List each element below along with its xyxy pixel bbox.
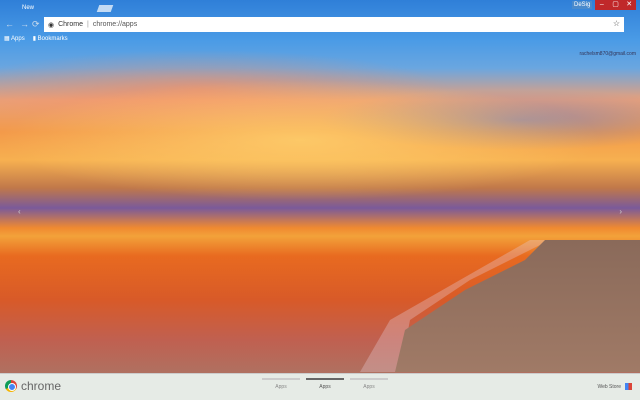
page-tab[interactable]: Apps [350, 378, 388, 390]
bookmark-folder[interactable]: ▮ Bookmarks [33, 35, 68, 42]
bookmark-star-icon[interactable]: ☆ [613, 19, 620, 28]
profile-button[interactable]: DeSig [572, 1, 593, 9]
close-button[interactable]: ✕ [622, 0, 636, 10]
page-tab-active[interactable]: Apps [306, 378, 344, 390]
beach [395, 240, 640, 372]
page-tab[interactable]: Apps [262, 378, 300, 390]
prev-page-arrow-icon[interactable]: ‹ [18, 207, 21, 216]
new-tab-button[interactable] [96, 5, 114, 12]
tab-new[interactable]: New [4, 2, 94, 16]
page-label: Apps [319, 384, 331, 390]
web-store-icon [625, 383, 632, 390]
bookmark-label: Bookmarks [37, 36, 68, 42]
maximize-button[interactable]: ▢ [609, 0, 623, 10]
chrome-icon: ◉ [48, 21, 55, 29]
forward-icon[interactable]: → [20, 19, 29, 29]
page-label: Apps [275, 384, 287, 390]
background-theme-image [0, 0, 640, 240]
chrome-logo-icon [5, 380, 17, 392]
tab-strip: New DeSig – ▢ ✕ [0, 0, 640, 16]
web-store-label: Web Store [597, 383, 621, 390]
address-bar[interactable]: ◉ Chrome | chrome://apps ☆ [44, 17, 624, 32]
url-text[interactable]: chrome://apps [93, 21, 137, 28]
bookmark-label: Apps [11, 36, 25, 42]
separator: | [87, 21, 89, 28]
reload-icon[interactable]: ⟳ [32, 19, 40, 30]
page-switcher: Apps Apps Apps [262, 378, 388, 390]
window-controls: – ▢ ✕ [595, 0, 636, 10]
chrome-logo: chrome [5, 379, 61, 393]
bookmarks-bar: ▦ Apps ▮ Bookmarks [4, 35, 68, 42]
account-email[interactable]: rachelsm870@gmail.com [580, 51, 636, 57]
bookmark-apps[interactable]: ▦ Apps [4, 35, 25, 42]
page-label: Apps [363, 384, 375, 390]
next-page-arrow-icon[interactable]: › [619, 207, 622, 216]
footer-bar: chrome Apps Apps Apps Web Store [0, 373, 640, 400]
back-icon[interactable]: ← [5, 19, 14, 29]
web-store-link[interactable]: Web Store [597, 383, 632, 390]
chip-label: Chrome [58, 21, 84, 28]
minimize-button[interactable]: – [595, 0, 609, 10]
logo-text: chrome [21, 379, 62, 393]
tab-title: New [22, 5, 35, 11]
